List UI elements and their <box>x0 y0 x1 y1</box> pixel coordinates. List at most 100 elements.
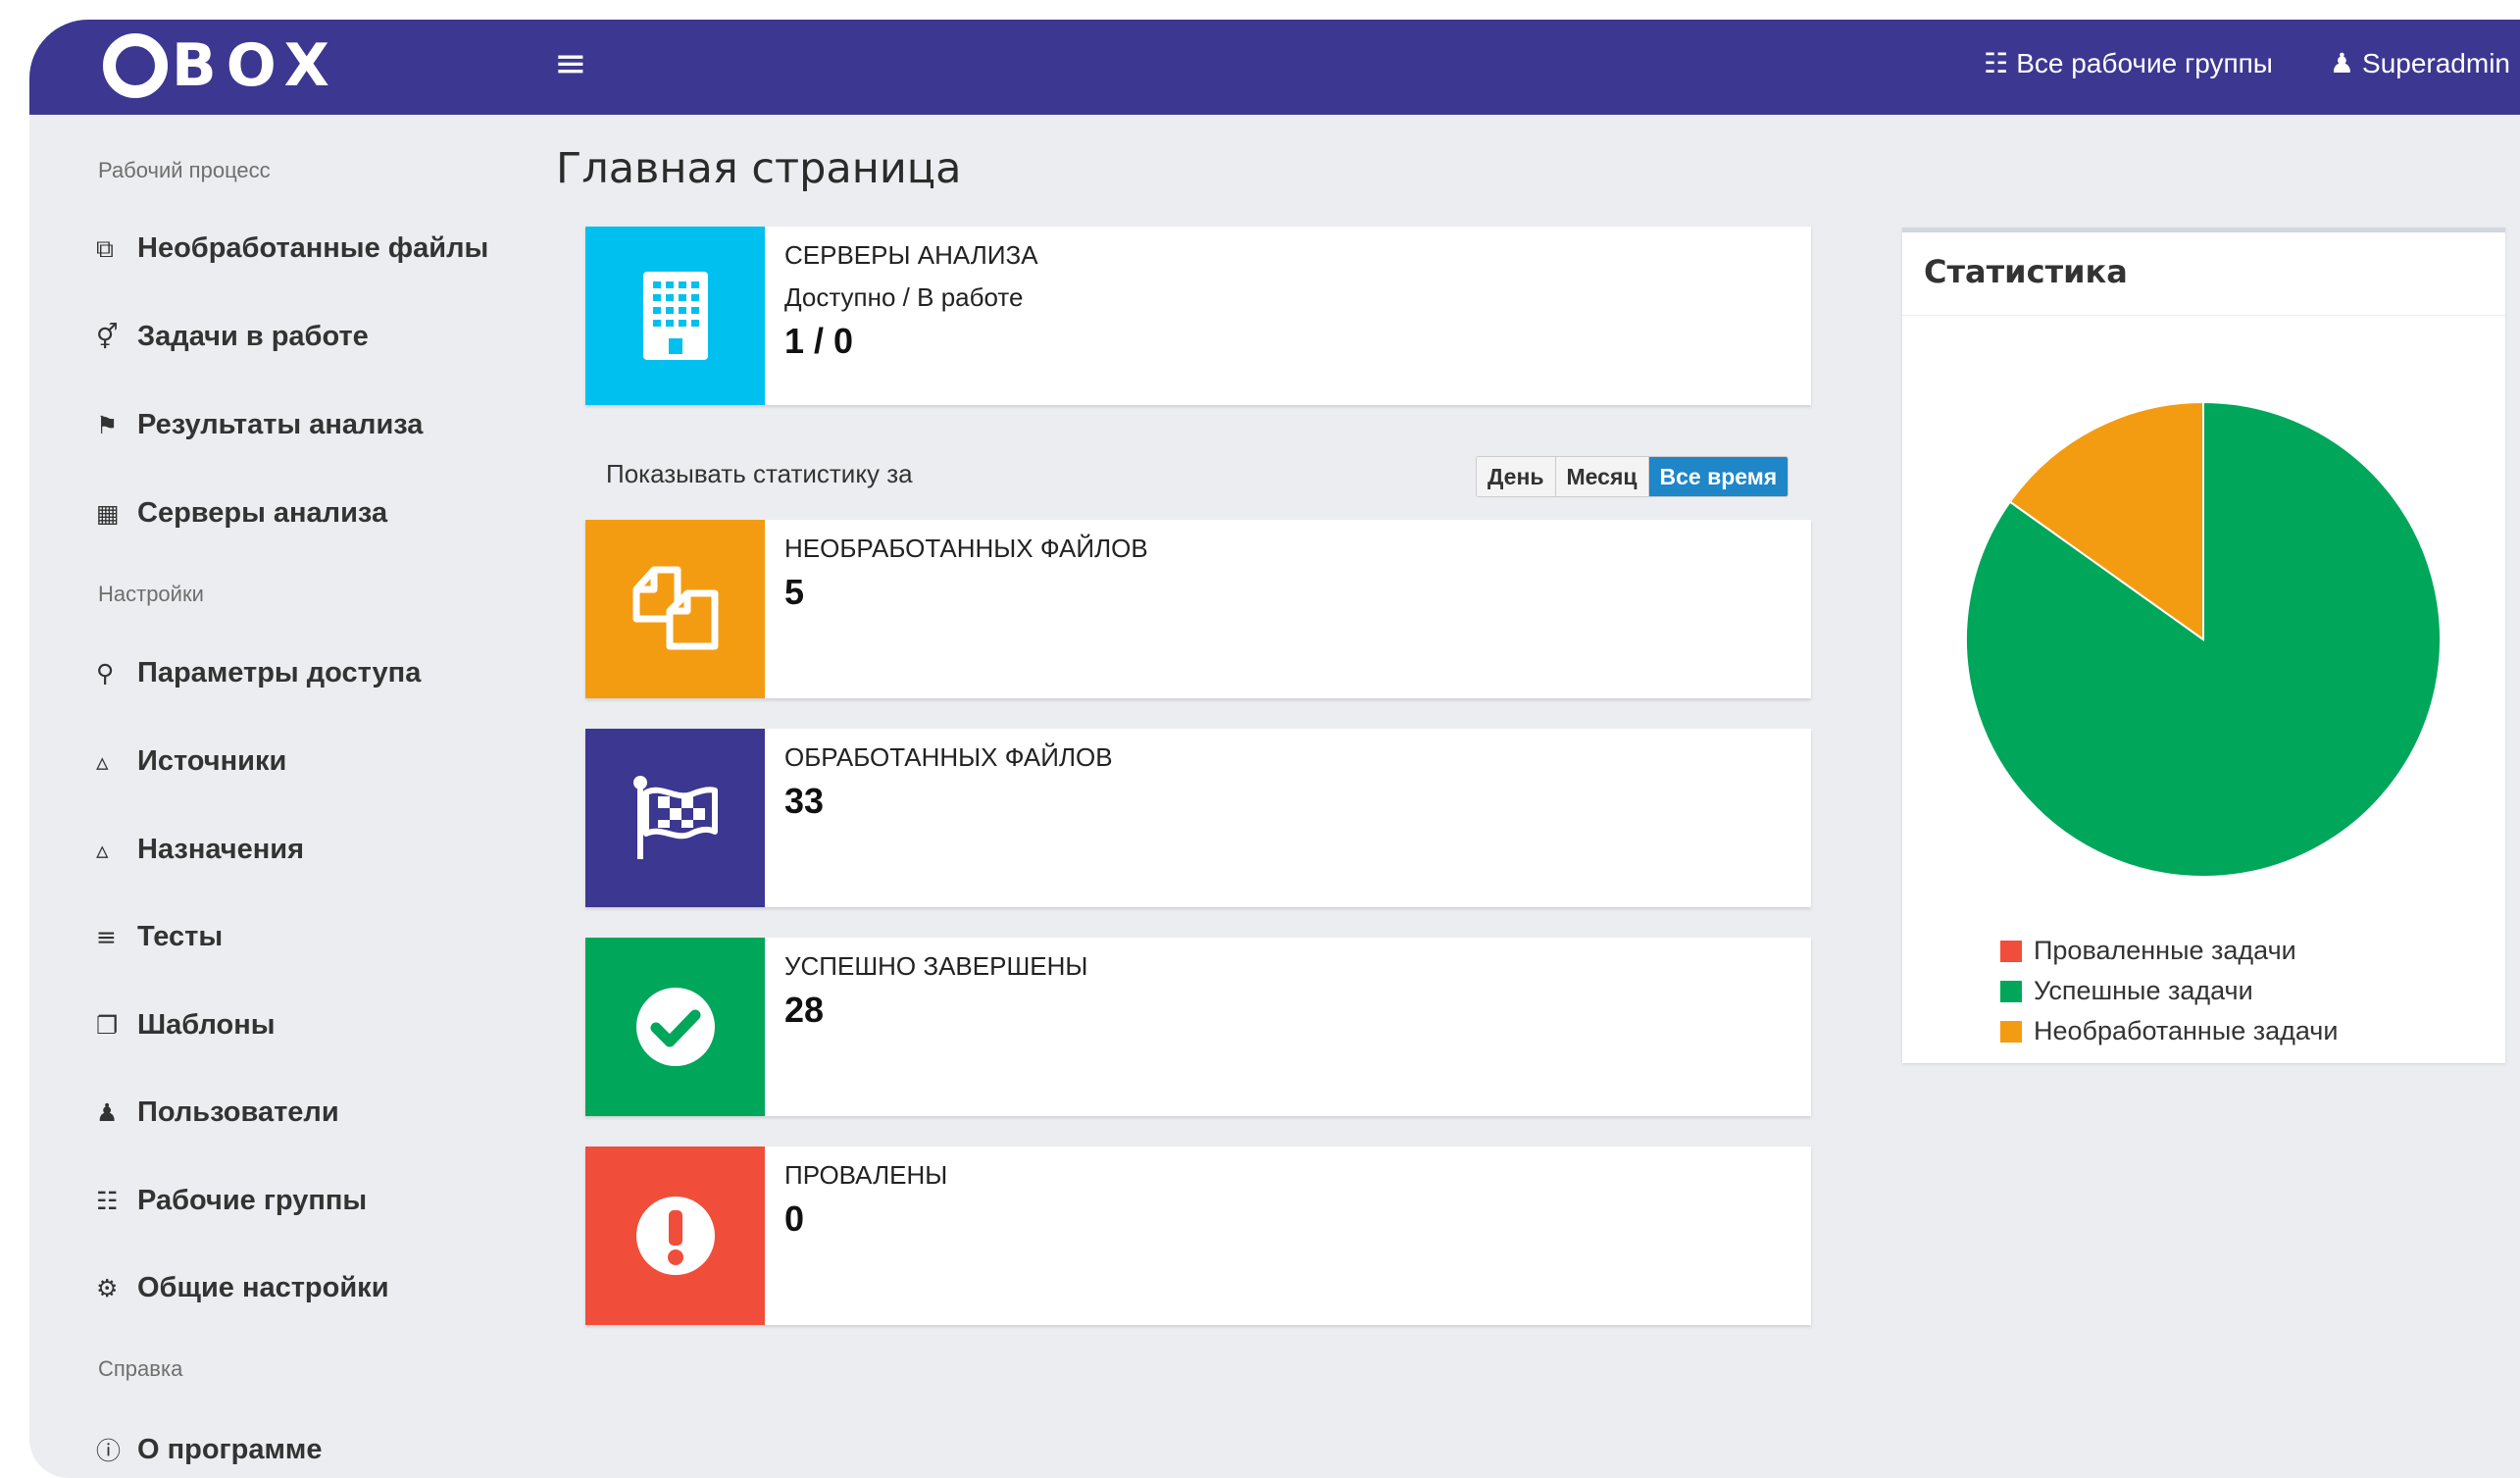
failed-card-body: ПРОВАЛЕНЫ 0 <box>765 1147 947 1325</box>
processed-card-body: ОБРАБОТАННЫХ ФАЙЛОВ 33 <box>765 729 1113 907</box>
sidebar: Рабочий процесс ⧉ Необработанные файлы ⚥ З… <box>29 115 539 1478</box>
legend-label: Необработанные задачи <box>2034 1016 2339 1045</box>
sidebar-item-label: Результаты анализа <box>137 409 424 440</box>
success-card-iconbox <box>585 938 765 1116</box>
unprocessed-card-iconbox <box>585 520 765 698</box>
success-card-value: 28 <box>784 990 825 1030</box>
legend-label: Успешные задачи <box>2034 976 2253 1005</box>
processed-card-iconbox <box>585 729 765 907</box>
sidebar-item-label: О программе <box>137 1433 323 1465</box>
processed-card-title: ОБРАБОТАННЫХ ФАЙЛОВ <box>784 742 1113 772</box>
sidebar-item-users[interactable]: ♟ Пользователи <box>96 1096 339 1129</box>
exclamation-circle-icon <box>635 1197 715 1275</box>
failed-card: ПРОВАЛЕНЫ 0 <box>585 1147 1811 1325</box>
sitemap-icon: ☷ <box>1984 47 2009 79</box>
pie-legend: Проваленные задачи Успешные задачи Необр… <box>2000 931 2338 1051</box>
sidebar-item-tests[interactable]: ≡ Тесты <box>96 921 223 953</box>
sidebar-item-label: Тесты <box>137 921 224 952</box>
legend-swatch <box>2000 980 2022 1002</box>
servers-info-card: СЕРВЕРЫ АНАЛИЗА Доступно / В работе 1 / … <box>585 227 1811 405</box>
app-window: BOX ≡ ☷ Все рабочие группы ♟ Superadmin Ра… <box>29 20 2520 1478</box>
sidebar-item-unprocessed-files[interactable]: ⧉ Необработанные файлы <box>96 232 488 265</box>
statistics-panel: Статистика Проваленные задачи Успешные з… <box>1902 228 2505 1063</box>
sidebar-item-analysis-servers[interactable]: ▦ Серверы анализа <box>96 497 387 530</box>
sidebar-item-label: Рабочие группы <box>137 1185 368 1216</box>
statistics-pie-chart <box>1965 400 2442 878</box>
user-icon: ♟ <box>2329 47 2355 79</box>
hamburger-menu-icon[interactable]: ≡ <box>554 41 587 86</box>
processed-card-value: 33 <box>784 781 825 821</box>
success-card-title: УСПЕШНО ЗАВЕРШЕНЫ <box>784 951 1088 981</box>
building-icon: ▦ <box>96 499 120 528</box>
sidebar-section-settings: Настройки <box>98 582 204 606</box>
legend-swatch <box>2000 1020 2022 1043</box>
page-title: Главная страница <box>556 144 962 193</box>
unprocessed-card-body: НЕОБРАБОТАННЫХ ФАЙЛОВ 5 <box>765 520 1148 698</box>
legend-item-unprocessed: Необработанные задачи <box>2000 1011 2338 1051</box>
flag-checkered-icon: ⚑ <box>96 411 119 439</box>
sidebar-item-access-params[interactable]: ⚲ Параметры доступа <box>96 657 421 689</box>
files-icon: ⧉ <box>96 233 114 263</box>
legend-item-failed: Проваленные задачи <box>2000 931 2338 971</box>
sidebar-item-label: Общие настройки <box>137 1272 389 1303</box>
sidebar-item-label: Назначения <box>137 834 304 865</box>
legend-item-success: Успешные задачи <box>2000 971 2338 1011</box>
servers-card-title: СЕРВЕРЫ АНАЛИЗА <box>784 240 1038 270</box>
sidebar-item-label: Необработанные файлы <box>137 232 489 264</box>
period-button-group: День Месяц Все время <box>1476 456 1789 497</box>
sidebar-item-label: Серверы анализа <box>137 497 388 529</box>
check-circle-icon <box>635 988 715 1066</box>
success-card: УСПЕШНО ЗАВЕРШЕНЫ 28 <box>585 938 1811 1116</box>
servers-card-subtitle: Доступно / В работе <box>784 282 1024 312</box>
flag-checkered-icon <box>632 776 718 859</box>
user-label: Superadmin <box>2362 48 2510 78</box>
sidebar-item-sources[interactable]: ▵ Источники <box>96 745 286 778</box>
sidebar-item-analysis-results[interactable]: ⚑ Результаты анализа <box>96 409 423 441</box>
sidebar-item-about[interactable]: ⓘ О программе <box>96 1432 323 1467</box>
legend-label: Проваленные задачи <box>2034 936 2296 965</box>
files-icon <box>632 566 718 650</box>
servers-card-value: 1 / 0 <box>784 321 854 361</box>
servers-card-body: СЕРВЕРЫ АНАЛИЗА Доступно / В работе 1 / … <box>765 227 1038 405</box>
sidebar-item-general-settings[interactable]: ⚙ Общие настройки <box>96 1272 389 1304</box>
logo-ring-icon <box>103 33 168 98</box>
sidebar-item-label: Задачи в работе <box>137 321 369 352</box>
stethoscope-icon: ⚥ <box>96 323 119 351</box>
workgroups-label: Все рабочие группы <box>2016 48 2273 78</box>
failed-card-value: 0 <box>784 1198 805 1239</box>
building-icon <box>642 272 708 360</box>
topbar-right: ☷ Все рабочие группы ♟ Superadmin <box>1984 47 2510 79</box>
sidebar-item-templates[interactable]: ❐ Шаблоны <box>96 1009 276 1042</box>
legend-swatch <box>2000 940 2022 962</box>
workgroups-link[interactable]: ☷ Все рабочие группы <box>1984 47 2273 79</box>
success-card-body: УСПЕШНО ЗАВЕРШЕНЫ 28 <box>765 938 1087 1116</box>
sliders-icon: ≡ <box>96 923 117 951</box>
user-menu[interactable]: ♟ Superadmin <box>2330 47 2510 79</box>
unprocessed-card-title: НЕОБРАБОТАННЫХ ФАЙЛОВ <box>784 534 1148 563</box>
period-day-button[interactable]: День <box>1477 457 1556 496</box>
logo[interactable]: BOX <box>103 31 339 100</box>
sidebar-item-label: Источники <box>137 745 287 777</box>
sidebar-item-label: Параметры доступа <box>137 657 422 688</box>
sidebar-item-label: Пользователи <box>137 1096 339 1128</box>
unprocessed-card-value: 5 <box>784 572 805 612</box>
logo-text: BOX <box>172 31 339 100</box>
sidebar-item-tasks-in-progress[interactable]: ⚥ Задачи в работе <box>96 321 369 353</box>
folder-open-icon: ▵ <box>96 747 109 776</box>
sidebar-item-destinations[interactable]: ▵ Назначения <box>96 834 304 866</box>
key-icon: ⚲ <box>96 659 115 688</box>
sidebar-item-workgroups[interactable]: ☷ Рабочие группы <box>96 1185 367 1217</box>
failed-card-iconbox <box>585 1147 765 1325</box>
sidebar-item-label: Шаблоны <box>137 1009 276 1041</box>
cogs-icon: ⚙ <box>96 1274 119 1302</box>
sitemap-icon: ☷ <box>96 1187 119 1215</box>
info-circle-icon: ⓘ <box>96 1437 122 1465</box>
folder-open-icon: ▵ <box>96 836 109 864</box>
servers-card-iconbox <box>585 227 765 405</box>
sidebar-section-workflow: Рабочий процесс <box>98 158 271 182</box>
period-all-time-button[interactable]: Все время <box>1648 457 1789 496</box>
clone-icon: ❐ <box>96 1011 119 1040</box>
failed-card-title: ПРОВАЛЕНЫ <box>784 1160 948 1190</box>
period-month-button[interactable]: Месяц <box>1555 457 1649 496</box>
unprocessed-files-card: НЕОБРАБОТАННЫХ ФАЙЛОВ 5 <box>585 520 1811 698</box>
